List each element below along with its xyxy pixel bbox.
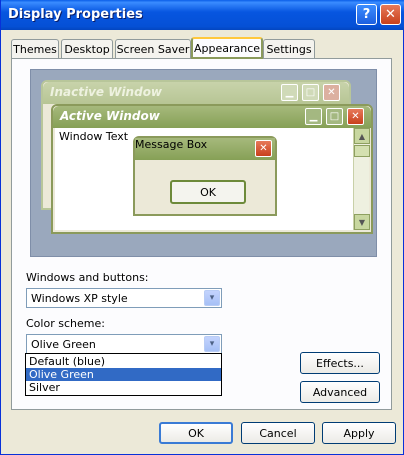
- maximize-icon: □: [302, 84, 319, 101]
- preview-scrollbar: ▲ ▼: [353, 128, 370, 230]
- appearance-panel: Inactive Window ▁ □ ✕ Active Window ▁ □ …: [11, 58, 392, 410]
- minimize-icon: ▁: [281, 84, 298, 101]
- inactive-title-bar: Inactive Window ▁ □ ✕: [43, 82, 349, 104]
- close-icon: ✕: [347, 108, 364, 125]
- color-scheme-option-selected[interactable]: Olive Green: [26, 368, 221, 381]
- color-scheme-combo[interactable]: Olive Green ▾: [26, 334, 222, 354]
- preview-ok-button: OK: [170, 180, 246, 204]
- chevron-down-icon[interactable]: ▾: [204, 290, 220, 306]
- scroll-down-icon: ▼: [354, 214, 370, 230]
- color-scheme-option[interactable]: Silver: [26, 381, 221, 394]
- message-box-title: Message Box: [135, 138, 208, 151]
- window-title: Display Properties: [8, 7, 143, 22]
- preview-message-box: Message Box ✕ OK: [133, 136, 277, 216]
- appearance-preview: Inactive Window ▁ □ ✕ Active Window ▁ □ …: [30, 69, 377, 257]
- window-text-sample: Window Text: [59, 130, 129, 143]
- apply-button[interactable]: Apply: [322, 422, 396, 444]
- chevron-down-icon[interactable]: ▾: [204, 336, 220, 352]
- title-bar[interactable]: Display Properties ? ✕: [1, 0, 404, 30]
- ok-button[interactable]: OK: [159, 422, 233, 444]
- tab-desktop[interactable]: Desktop: [61, 39, 113, 58]
- tab-screen-saver[interactable]: Screen Saver: [115, 39, 191, 58]
- active-window-title: Active Window: [60, 109, 160, 123]
- windows-buttons-combo[interactable]: Windows XP style ▾: [26, 288, 222, 308]
- close-icon: ✕: [323, 84, 340, 101]
- close-icon: ✕: [385, 7, 396, 22]
- maximize-icon: □: [326, 108, 343, 125]
- inactive-window-title: Inactive Window: [50, 85, 163, 99]
- message-box-title-bar: Message Box ✕: [135, 138, 275, 160]
- help-button[interactable]: ?: [356, 4, 377, 25]
- tab-themes[interactable]: Themes: [11, 39, 59, 58]
- minimize-icon: ▁: [305, 108, 322, 125]
- windows-buttons-value: Windows XP style: [31, 292, 128, 305]
- tab-appearance[interactable]: Appearance: [191, 37, 263, 59]
- display-properties-window: Display Properties ? ✕ Themes Desktop Sc…: [0, 0, 404, 455]
- close-button[interactable]: ✕: [380, 4, 401, 25]
- help-icon: ?: [362, 7, 371, 22]
- color-scheme-dropdown-list: Default (blue) Olive Green Silver: [25, 353, 222, 396]
- color-scheme-label: Color scheme:: [26, 317, 105, 330]
- color-scheme-value: Olive Green: [31, 338, 96, 351]
- scroll-thumb: [354, 145, 370, 157]
- close-icon: ✕: [255, 140, 272, 157]
- windows-buttons-label: Windows and buttons:: [26, 271, 149, 284]
- effects-button[interactable]: Effects...: [300, 352, 380, 374]
- advanced-button[interactable]: Advanced: [300, 381, 380, 403]
- active-title-bar: Active Window ▁ □ ✕: [53, 106, 371, 128]
- tab-settings[interactable]: Settings: [263, 39, 315, 58]
- cancel-button[interactable]: Cancel: [241, 422, 315, 444]
- scroll-up-icon: ▲: [354, 128, 370, 144]
- color-scheme-option[interactable]: Default (blue): [26, 355, 221, 368]
